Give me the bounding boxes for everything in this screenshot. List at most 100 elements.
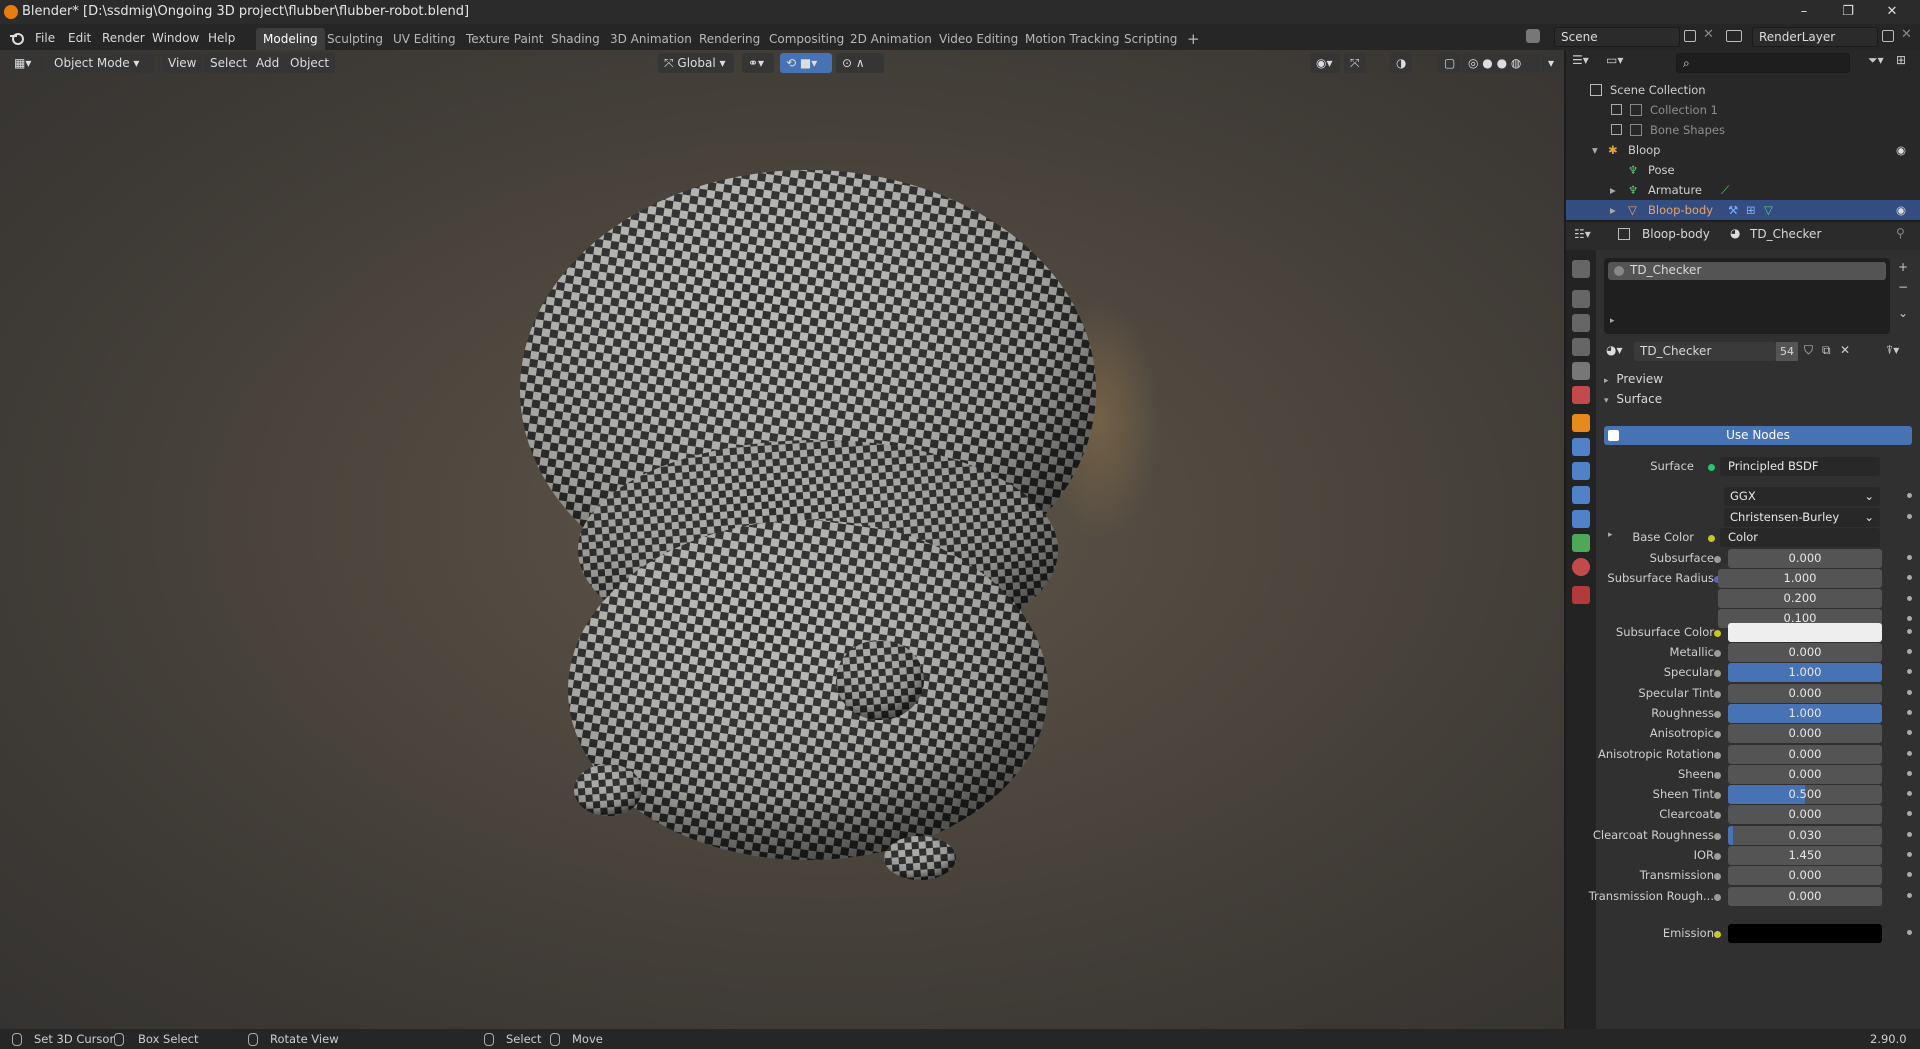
blender-menu-icon[interactable] — [8, 29, 26, 47]
view-layer-selector[interactable]: RenderLayer — [1752, 27, 1878, 47]
scene-icon[interactable] — [1526, 29, 1540, 43]
particles-tab-icon[interactable] — [1572, 462, 1590, 480]
pivot-icon[interactable]: ⚭▾ — [742, 53, 774, 73]
keyframe-icon[interactable] — [1907, 852, 1912, 857]
3d-viewport[interactable]: ▦▾ Object Mode ▾ View Select Add Object … — [0, 50, 1564, 1029]
material-tab-icon[interactable] — [1572, 558, 1590, 576]
material-slot-list[interactable]: TD_Checker ▸ — [1604, 258, 1890, 334]
user-count[interactable]: 54 — [1776, 342, 1798, 361]
preview-panel-header[interactable]: ▸ Preview — [1604, 372, 1918, 390]
render-tab-icon[interactable] — [1572, 290, 1590, 308]
keyframe-icon[interactable] — [1907, 669, 1912, 674]
tab-uv-editing[interactable]: UV Editing — [386, 28, 463, 50]
snap-toggle-icon[interactable]: ⟲ ■▾ — [780, 53, 832, 73]
tab-compositing[interactable]: Compositing — [762, 28, 851, 50]
subsurface-radius-y[interactable]: 0.200 — [1718, 589, 1882, 608]
use-nodes-button[interactable]: Use Nodes — [1604, 426, 1912, 445]
view-layer-icon[interactable] — [1726, 30, 1742, 42]
keyframe-icon[interactable] — [1907, 872, 1912, 877]
ior-field[interactable]: 1.450 — [1728, 846, 1882, 865]
tab-modeling[interactable]: Modeling — [256, 28, 325, 50]
menu-object[interactable]: Object — [284, 53, 336, 73]
outliner-item-bone-shapes[interactable]: Bone Shapes — [1566, 120, 1920, 140]
tab-shading[interactable]: Shading — [544, 28, 607, 50]
outliner-item-bloop-body[interactable]: ▸ ▽ Bloop-body ⚒ ⊞ ▽ ◉ — [1566, 200, 1920, 220]
tab-3d-animation[interactable]: 3D Animation — [603, 28, 699, 50]
slot-specials-icon[interactable]: ⌄ — [1898, 306, 1908, 320]
delete-view-layer-icon[interactable]: ✕ — [1901, 27, 1912, 42]
new-scene-icon[interactable] — [1684, 30, 1696, 42]
tab-texture-paint[interactable]: Texture Paint — [459, 28, 550, 50]
keyframe-icon[interactable] — [1907, 690, 1912, 695]
shading-modes[interactable]: ◎ ● ● ◍ — [1462, 53, 1540, 73]
visibility-eye-icon[interactable]: ◉ — [1896, 200, 1906, 220]
outliner-item-bloop[interactable]: ▾ ✱ Bloop ◉ — [1566, 140, 1920, 160]
keyframe-icon[interactable] — [1907, 493, 1912, 498]
expand-arrow-icon[interactable]: ▸ — [1610, 316, 1615, 326]
new-collection-icon[interactable]: ⊞ — [1896, 53, 1906, 67]
object-tab-icon[interactable] — [1572, 414, 1590, 432]
visibility-eye-icon[interactable]: ◉ — [1896, 140, 1906, 160]
roughness-field[interactable]: 1.000 — [1728, 704, 1882, 723]
tab-2d-animation[interactable]: 2D Animation — [843, 28, 939, 50]
outliner-item-armature[interactable]: ▸ ♆ Armature ⟋ — [1566, 180, 1920, 200]
specular-tint-field[interactable]: 0.000 — [1728, 684, 1882, 703]
material-slot-row[interactable]: TD_Checker — [1608, 262, 1886, 280]
outliner-item-scene-collection[interactable]: Scene Collection — [1566, 80, 1920, 100]
duplicate-material-icon[interactable]: ⧉ — [1822, 343, 1831, 358]
menu-window[interactable]: Window — [152, 29, 199, 47]
data-tab-icon[interactable] — [1572, 534, 1590, 552]
outliner-editor-icon[interactable]: ☰▾ — [1572, 53, 1600, 71]
keyframe-icon[interactable] — [1907, 751, 1912, 756]
checkbox-icon[interactable] — [1611, 124, 1622, 135]
link-dropdown-icon[interactable]: ⍒▾ — [1886, 343, 1899, 358]
new-view-layer-icon[interactable] — [1882, 30, 1894, 42]
overlays-icon[interactable]: ◑ — [1390, 53, 1412, 73]
close-button[interactable]: ✕ — [1870, 0, 1914, 24]
view-layer-tab-icon[interactable] — [1572, 338, 1590, 356]
constraints-tab-icon[interactable] — [1572, 510, 1590, 528]
minimize-button[interactable]: – — [1782, 0, 1826, 24]
unlink-material-icon[interactable]: ✕ — [1840, 343, 1850, 357]
keyframe-icon[interactable] — [1907, 596, 1912, 601]
expand-arrow-icon[interactable]: ▸ — [1608, 530, 1613, 540]
keyframe-icon[interactable] — [1907, 575, 1912, 580]
expand-arrow-icon[interactable]: ▸ — [1610, 180, 1616, 200]
outliner-item-pose[interactable]: ♆ Pose — [1566, 160, 1920, 180]
scene-selector[interactable]: Scene — [1554, 27, 1680, 47]
tab-motion-tracking[interactable]: Motion Tracking — [1018, 28, 1126, 50]
menu-select[interactable]: Select — [204, 53, 254, 73]
properties-editor-icon[interactable]: ☷▾ — [1574, 227, 1591, 241]
delete-scene-icon[interactable]: ✕ — [1703, 27, 1714, 42]
surface-shader-dropdown[interactable]: Principled BSDF — [1720, 457, 1880, 476]
checkbox-icon[interactable] — [1611, 104, 1622, 115]
menu-file[interactable]: File — [35, 29, 55, 47]
modifier-tab-icon[interactable] — [1572, 438, 1590, 456]
subsurface-method-dropdown[interactable]: Christensen-Burley ⌄ — [1724, 508, 1880, 527]
expand-arrow-icon[interactable]: ▸ — [1610, 200, 1616, 220]
gizmo-icon[interactable]: ⤧ — [1344, 53, 1366, 73]
anisotropic-rotation-field[interactable]: 0.000 — [1728, 745, 1882, 764]
keyframe-icon[interactable] — [1907, 930, 1912, 935]
emission-color-swatch[interactable] — [1728, 924, 1882, 943]
distribution-dropdown[interactable]: GGX ⌄ — [1724, 487, 1880, 506]
physics-tab-icon[interactable] — [1572, 486, 1590, 504]
specular-field[interactable]: 1.000 — [1728, 663, 1882, 682]
proportional-edit-icon[interactable]: ⊙ ∧ — [836, 53, 884, 73]
transmission-roughness-field[interactable]: 0.000 — [1728, 887, 1882, 906]
remove-slot-button[interactable]: − — [1898, 280, 1908, 294]
object-mode-dropdown[interactable]: Object Mode ▾ — [48, 53, 154, 73]
outliner-search-input[interactable]: ⌕ — [1676, 53, 1850, 73]
world-tab-icon[interactable] — [1572, 386, 1590, 404]
outliner-item-collection-1[interactable]: Collection 1 — [1566, 100, 1920, 120]
tab-scripting[interactable]: Scripting — [1117, 28, 1184, 50]
browse-material-icon[interactable]: ◕▾ — [1606, 343, 1623, 357]
keyframe-icon[interactable] — [1907, 771, 1912, 776]
keyframe-icon[interactable] — [1907, 791, 1912, 796]
add-workspace-button[interactable]: + — [1180, 28, 1207, 50]
subsurface-radius-x[interactable]: 1.000 — [1718, 569, 1882, 588]
expand-arrow-icon[interactable]: ▾ — [1592, 140, 1598, 160]
visibility-icon[interactable]: ◉▾ — [1310, 53, 1340, 73]
add-slot-button[interactable]: + — [1898, 260, 1908, 274]
sheen-tint-field[interactable]: 0.500 — [1728, 785, 1882, 804]
